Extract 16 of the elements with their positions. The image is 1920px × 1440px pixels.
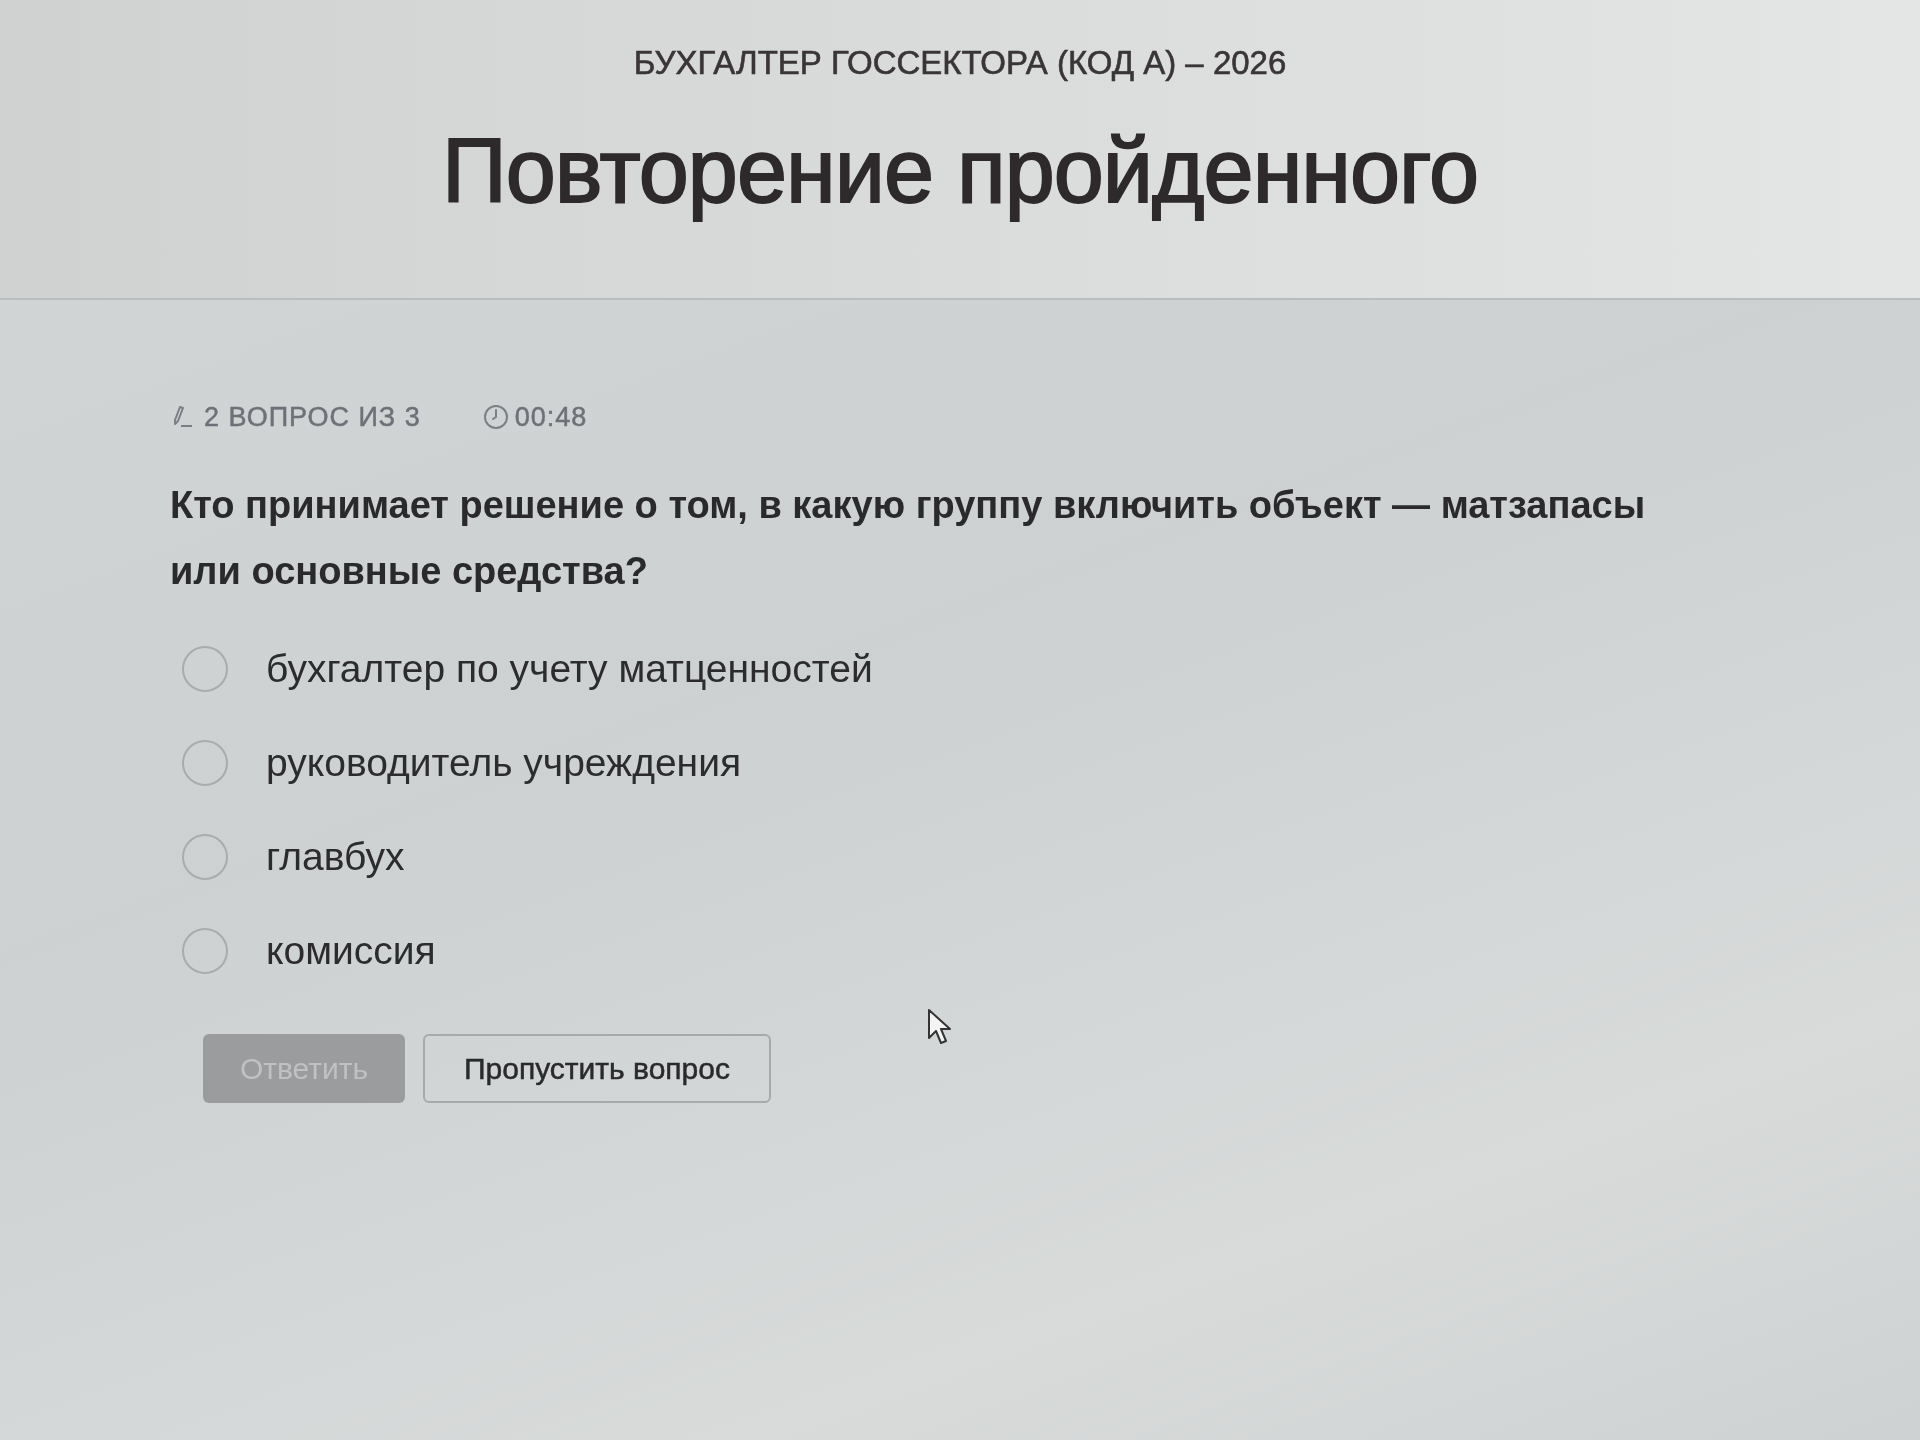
radio-button[interactable]: [182, 834, 228, 880]
question-counter: 2 ВОПРОС ИЗ 3: [204, 401, 421, 433]
skip-button[interactable]: Пропустить вопрос: [423, 1034, 771, 1103]
clock-icon: [482, 404, 509, 430]
radio-button[interactable]: [182, 646, 228, 692]
answer-option[interactable]: бухгалтер по учету матценностей: [266, 647, 873, 691]
page-title: Повторение пройденного: [442, 120, 1478, 223]
answer-option[interactable]: руководитель учреждения: [266, 741, 742, 785]
answer-option[interactable]: главбух: [266, 835, 405, 879]
course-name: БУХГАЛТЕР ГОССЕКТОРА (КОД А) – 2026: [633, 44, 1287, 82]
radio-button[interactable]: [182, 740, 228, 786]
question-text: Кто принимает решение о том, в какую группу включить объект — матзапасы или основные средства?: [170, 483, 1647, 594]
radio-button[interactable]: [182, 928, 228, 974]
timer-text: 00:48: [514, 401, 588, 433]
mouse-pointer-icon: [927, 1008, 953, 1046]
answer-option[interactable]: комиссия: [266, 929, 436, 973]
